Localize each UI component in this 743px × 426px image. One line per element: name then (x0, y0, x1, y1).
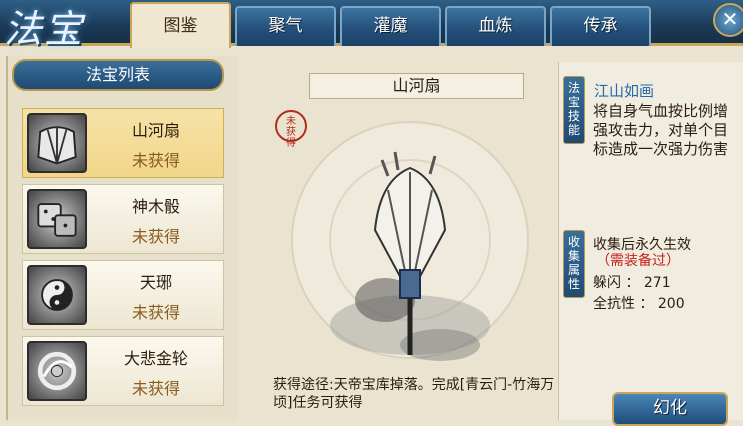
list-item-tianya[interactable]: 天琊 未获得 (22, 260, 224, 330)
tab-infuse[interactable]: 灌魔 (340, 6, 441, 46)
tab-inherit[interactable]: 传承 (550, 6, 651, 46)
list-item-shenmu-dice[interactable]: 神木骰 未获得 (22, 184, 224, 254)
close-button[interactable]: ✕ (713, 3, 743, 37)
top-bar: 法宝 图鉴 聚气 灌魔 血炼 传承 ✕ (0, 0, 743, 51)
dice-icon (27, 189, 87, 249)
tab-blood-refine[interactable]: 血炼 (445, 6, 546, 46)
item-status: 未获得 (131, 227, 180, 246)
collect-section-label: 收集属性 (563, 230, 585, 298)
transform-button[interactable]: 幻化 (612, 392, 728, 426)
list-title: 法宝列表 (12, 59, 224, 91)
equip-requirement-note: （需装备过） (596, 253, 680, 269)
skill-section-label: 法宝技能 (563, 76, 585, 144)
item-status: 未获得 (131, 303, 180, 322)
item-name: 山河扇 (131, 121, 180, 140)
taiji-icon (27, 265, 87, 325)
treasure-illustration (270, 120, 550, 380)
obtain-method-text: 获得途径:天帝宝库掉落。完成[青云门-竹海万顷]任务可获得 (273, 377, 555, 411)
tab-gather-qi[interactable]: 聚气 (235, 6, 336, 46)
stat-dodge: 躲闪 ： 271 (593, 275, 671, 291)
skill-name: 江山如画 (594, 82, 655, 100)
tab-atlas[interactable]: 图鉴 (130, 2, 231, 48)
item-status: 未获得 (131, 151, 180, 170)
item-name: 神木骰 (131, 197, 180, 216)
list-item-shanhe-fan[interactable]: 山河扇 未获得 (22, 108, 224, 178)
wheel-icon (27, 341, 87, 401)
stat-all-resist: 全抗性 ： 200 (593, 296, 685, 312)
list-item-dabei-wheel[interactable]: 大悲金轮 未获得 (22, 336, 224, 406)
fan-icon (27, 113, 87, 173)
item-name: 天琊 (139, 273, 172, 292)
logo: 法宝 (4, 7, 85, 51)
treasure-name: 山河扇 (309, 73, 524, 99)
item-status: 未获得 (131, 379, 180, 398)
item-name: 大悲金轮 (123, 349, 188, 368)
close-icon: ✕ (721, 7, 739, 31)
skill-description: 将自身气血按比例增强攻击力，对单个目标造成一次强力伤害 (593, 102, 729, 158)
